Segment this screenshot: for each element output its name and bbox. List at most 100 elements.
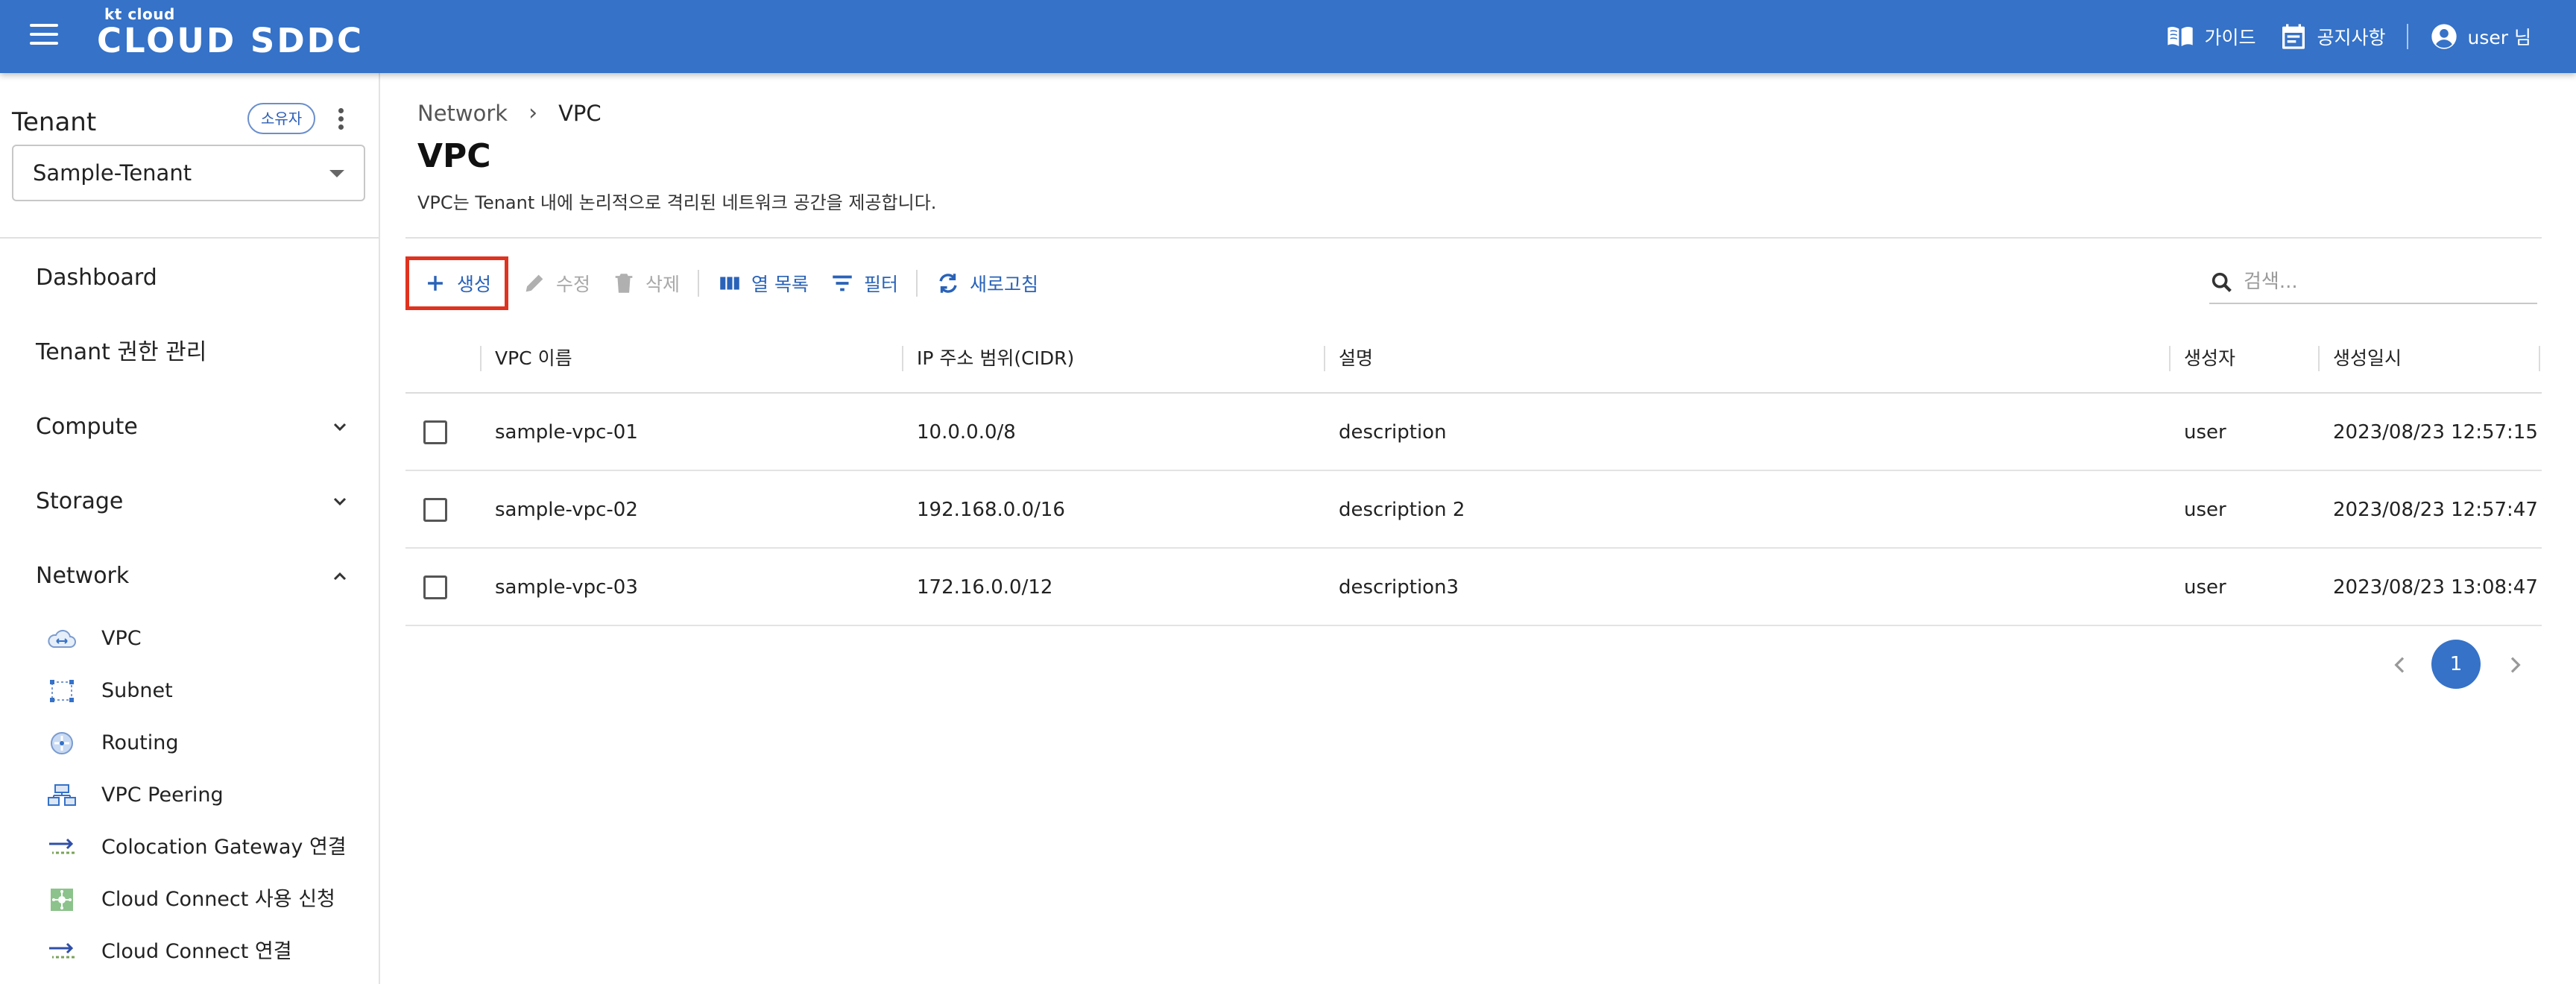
column-divider	[902, 346, 903, 371]
sidebar-item-label: Compute	[36, 414, 138, 440]
guide-link[interactable]: 가이드	[2165, 22, 2256, 51]
edit-button-label: 수정	[556, 274, 591, 295]
sidebar-subitem-label: Colocation Gateway 연결	[101, 836, 347, 859]
more-options-icon[interactable]	[332, 106, 349, 136]
sidebar-item-tenant-permissions[interactable]: Tenant 권한 관리	[36, 334, 349, 371]
column-divider	[2169, 346, 2171, 371]
sidebar-item-storage[interactable]: Storage	[36, 483, 349, 520]
page-title: VPC	[417, 137, 491, 175]
column-divider	[480, 346, 482, 371]
vpc-table: VPC 이름 IP 주소 범위(CIDR) 설명 생성자 생성일시 sample…	[405, 324, 2542, 626]
sidebar-subitem-colocation-gateway[interactable]: Colocation Gateway 연결	[46, 829, 359, 866]
delete-button-label: 삭제	[645, 274, 681, 295]
search-input[interactable]	[2244, 267, 2527, 297]
top-app-bar: kt cloud CLOUD SDDC 가이드 공지사항 user 님	[0, 0, 2576, 73]
chevron-down-icon	[333, 423, 347, 432]
refresh-button[interactable]: 새로고침	[925, 261, 1049, 306]
sidebar-item-dashboard[interactable]: Dashboard	[36, 259, 349, 297]
edit-button[interactable]: 수정	[511, 261, 601, 306]
sidebar-subitem-vpc[interactable]: VPC	[46, 620, 359, 657]
cell-vpc-name: sample-vpc-01	[495, 421, 638, 444]
user-menu[interactable]: user 님	[2429, 22, 2531, 51]
sidebar-subitem-cloud-connect[interactable]: Cloud Connect 연결	[46, 933, 359, 971]
brand-logo[interactable]: kt cloud CLOUD SDDC	[97, 6, 364, 60]
filter-button[interactable]: 필터	[819, 261, 909, 306]
sidebar-subitem-routing[interactable]: Routing	[46, 725, 359, 762]
sidebar-item-label: Storage	[36, 488, 124, 514]
column-header-cidr[interactable]: IP 주소 범위(CIDR)	[917, 324, 1074, 394]
row-checkbox[interactable]	[423, 420, 447, 444]
toolbar: 생성 수정 삭제 열 목록 필터 새로고침	[405, 256, 1049, 310]
sidebar-subitem-vpc-peering[interactable]: VPC Peering	[46, 777, 359, 814]
vpc-cloud-icon	[48, 629, 76, 648]
column-divider	[2539, 346, 2540, 371]
page-button-current[interactable]: 1	[2431, 640, 2481, 689]
chevron-up-icon	[333, 572, 347, 581]
create-button[interactable]: 생성	[405, 256, 509, 310]
trash-icon	[615, 274, 633, 293]
cell-created-at: 2023/08/23 12:57:47	[2333, 499, 2538, 521]
sidebar-item-label: Network	[36, 563, 130, 589]
header-actions: 가이드 공지사항 user 님	[2165, 19, 2531, 54]
column-divider	[2318, 346, 2320, 371]
create-button-label: 생성	[457, 274, 492, 295]
row-checkbox[interactable]	[423, 575, 447, 599]
sidebar-subitem-cloud-connect-request[interactable]: Cloud Connect 사용 신청	[46, 881, 359, 918]
breadcrumb: Network › VPC	[417, 100, 602, 126]
cell-vpc-name: sample-vpc-03	[495, 576, 638, 599]
pagination: 1	[2378, 640, 2527, 690]
search-box	[2209, 261, 2537, 304]
cell-creator: user	[2184, 499, 2226, 521]
filter-button-label: 필터	[864, 274, 899, 295]
table-row[interactable]: sample-vpc-01 10.0.0.0/8 description use…	[405, 394, 2542, 471]
row-checkbox[interactable]	[423, 498, 447, 522]
column-header-creator[interactable]: 생성자	[2184, 324, 2235, 394]
table-row[interactable]: sample-vpc-03 172.16.0.0/12 description3…	[405, 549, 2542, 626]
cell-created-at: 2023/08/23 13:08:47	[2333, 576, 2538, 599]
tenant-select[interactable]: Sample-Tenant	[12, 145, 365, 201]
column-header-created-at[interactable]: 생성일시	[2333, 324, 2402, 394]
notice-link[interactable]: 공지사항	[2279, 22, 2386, 51]
sidebar-subitem-label: Cloud Connect 사용 신청	[101, 888, 335, 911]
guide-label: 가이드	[2204, 27, 2256, 48]
cell-vpc-name: sample-vpc-02	[495, 499, 638, 521]
sidebar-item-compute[interactable]: Compute	[36, 409, 349, 446]
sidebar-subitem-subnet[interactable]: Subnet	[46, 672, 359, 710]
cell-creator: user	[2184, 421, 2226, 444]
cell-description: description 2	[1339, 499, 1465, 521]
sidebar-subitem-label: Subnet	[101, 679, 173, 702]
routing-icon	[51, 732, 73, 754]
user-label: user 님	[2467, 27, 2531, 48]
breadcrumb-item-network[interactable]: Network	[417, 101, 508, 126]
delete-button[interactable]: 삭제	[601, 261, 690, 306]
cell-cidr: 172.16.0.0/12	[917, 576, 1053, 599]
cloud-connect-icon	[51, 889, 73, 911]
hamburger-menu-icon[interactable]	[30, 24, 58, 48]
columns-button[interactable]: 열 목록	[707, 261, 819, 306]
column-divider	[1324, 346, 1325, 371]
sidebar-item-label: Dashboard	[36, 265, 157, 291]
column-header-description[interactable]: 설명	[1339, 324, 1373, 394]
owner-badge: 소유자	[247, 103, 316, 134]
column-header-vpc-name[interactable]: VPC 이름	[495, 324, 572, 394]
sidebar-subitem-label: Cloud Connect 연결	[101, 940, 292, 963]
pencil-icon	[525, 274, 543, 292]
arrows-transfer-icon	[49, 838, 75, 854]
chevron-left-icon[interactable]	[2388, 653, 2412, 677]
chevron-right-icon[interactable]	[2503, 653, 2527, 677]
sidebar-divider	[0, 237, 379, 239]
columns-button-label: 열 목록	[751, 274, 809, 295]
vpc-peering-icon	[48, 784, 76, 806]
sidebar-subitem-label: VPC	[101, 627, 142, 650]
sidebar-item-network[interactable]: Network	[36, 558, 349, 595]
search-icon	[2212, 272, 2232, 292]
refresh-icon	[939, 274, 957, 293]
content-divider	[405, 237, 2542, 239]
sidebar-subitem-label: Routing	[101, 731, 179, 754]
brand-main-text: CLOUD SDDC	[97, 21, 364, 60]
view-column-icon	[720, 277, 739, 290]
header-divider	[2406, 24, 2408, 49]
cell-cidr: 192.168.0.0/16	[917, 499, 1065, 521]
table-row[interactable]: sample-vpc-02 192.168.0.0/16 description…	[405, 471, 2542, 549]
cell-created-at: 2023/08/23 12:57:15	[2333, 421, 2538, 444]
